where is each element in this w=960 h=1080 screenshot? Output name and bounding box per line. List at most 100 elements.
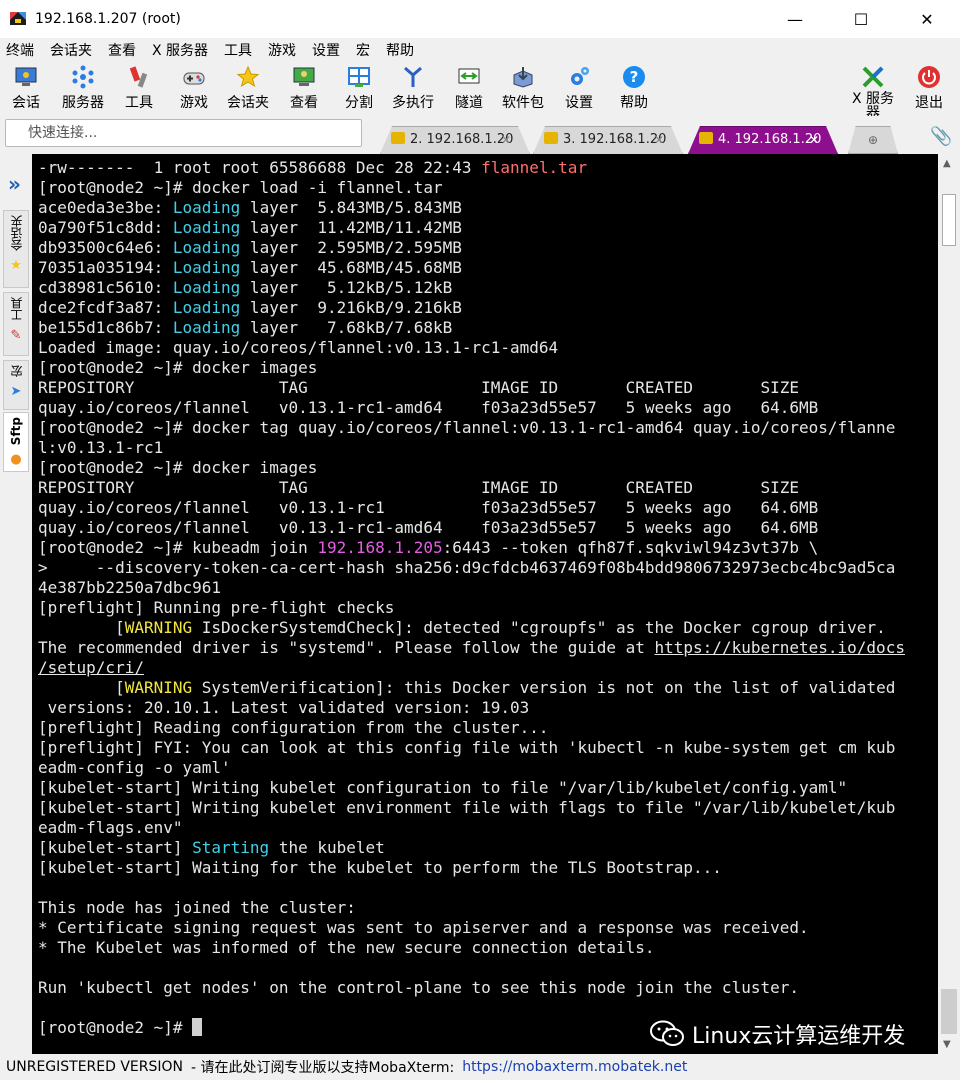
terminal-text-segment: layer 2.595MB/2.595MB: [240, 238, 462, 257]
split-icon: [346, 64, 372, 90]
help-button[interactable]: ? 帮助: [620, 64, 648, 112]
menu-help[interactable]: 帮助: [386, 40, 414, 60]
xserver-button[interactable]: X 服务器: [852, 64, 894, 120]
terminal-text-segment: Loading: [172, 318, 241, 337]
terminal-text-segment: 4e387bb2250a7dbc961: [38, 578, 222, 597]
terminal-text-segment: [preflight] FYI: You can look at this co…: [38, 738, 896, 757]
menu-xserver[interactable]: X 服务器: [152, 40, 208, 60]
terminal-text-segment: layer 9.216kB/9.216kB: [240, 298, 462, 317]
terminal-text-segment: layer 5.843MB/5.843MB: [240, 198, 462, 217]
terminal-line: [root@node2 ~]# docker load -i flannel.t…: [38, 178, 938, 198]
new-tab-button[interactable]: ⊕: [848, 126, 898, 154]
session-icon: [13, 64, 39, 90]
terminal-text-segment: quay.io/coreos/flannel v0.13.1-rc1-amd64…: [38, 398, 819, 417]
split-button[interactable]: 分割: [345, 64, 373, 112]
sidebar-tab-sftp[interactable]: Sftp ●: [3, 412, 29, 472]
title-bar: 192.168.1.207 (root) — ☐ ✕: [0, 0, 960, 38]
watermark-text: Linux云计算运维开发: [692, 1024, 906, 1049]
terminal-line: [root@node2 ~]# docker images: [38, 358, 938, 378]
window-title: 192.168.1.207 (root): [35, 11, 181, 27]
menu-terminal[interactable]: 终端: [6, 40, 34, 60]
gear-icon: [566, 64, 592, 90]
terminal-text-segment: Loading: [172, 258, 241, 277]
scroll-down-arrow-icon[interactable]: ▼: [943, 1039, 951, 1050]
terminal-text-segment: [root@node2 ~]# docker tag quay.io/coreo…: [38, 418, 896, 437]
terminal-output[interactable]: -rw------- 1 root root 65586688 Dec 28 2…: [32, 154, 938, 1054]
menu-tools[interactable]: 工具: [224, 40, 252, 60]
terminal-text-segment: eadm-config -o yaml': [38, 758, 231, 777]
tab-session-4[interactable]: 4. 192.168.1.20 ✕: [688, 126, 838, 154]
terminal-text-segment[interactable]: /setup/cri/: [38, 658, 144, 677]
minimize-button[interactable]: —: [762, 0, 828, 38]
sidebar-tab-macros[interactable]: 宏 ➤: [3, 360, 29, 410]
menu-sessions[interactable]: 会话夹: [50, 40, 92, 60]
terminal-text-segment[interactable]: https://kubernetes.io/docs: [655, 638, 905, 657]
quick-connect-input[interactable]: 快速连接...: [5, 119, 362, 147]
terminal-text-segment: The recommended driver is "systemd". Ple…: [38, 638, 655, 657]
close-button[interactable]: ✕: [894, 0, 960, 38]
terminal-text-segment: the kubelet: [269, 838, 385, 857]
terminal-text-segment: [kubelet-start] Writing kubelet configur…: [38, 778, 848, 797]
expand-sidebar-icon[interactable]: »: [8, 172, 21, 196]
terminal-line: [kubelet-start] Waiting for the kubelet …: [38, 858, 938, 878]
terminal-text-segment: -rw------- 1 root root 65586688 Dec 28 2…: [38, 158, 482, 177]
quick-connect-bar: 快速连接... 2. 192.168.1.20 ✕ 3. 192.168.1.2…: [0, 116, 960, 154]
scroll-track[interactable]: [941, 174, 957, 1034]
games-button[interactable]: 游戏: [180, 64, 208, 112]
terminal-text-segment: be155d1c86b7:: [38, 318, 173, 337]
tab-session-3[interactable]: 3. 192.168.1.20 ✕: [533, 126, 683, 154]
terminal-line: This node has joined the cluster:: [38, 898, 938, 918]
maximize-button[interactable]: ☐: [828, 0, 894, 38]
menu-settings[interactable]: 设置: [312, 40, 340, 60]
tools-button[interactable]: 工具: [125, 64, 153, 112]
help-icon: ?: [621, 64, 647, 90]
terminal-scrollbar[interactable]: ▲ ▼: [938, 154, 960, 1054]
terminal-text-segment: Starting: [192, 838, 270, 857]
terminal-line: 70351a035194: Loading layer 45.68MB/45.6…: [38, 258, 938, 278]
terminal-text-segment: [kubelet-start] Writing kubelet environm…: [38, 798, 896, 817]
terminal-text-segment: [root@node2 ~]# docker images: [38, 358, 318, 377]
terminal-line: quay.io/coreos/flannel v0.13.1-rc1-amd64…: [38, 518, 938, 538]
menu-view[interactable]: 查看: [108, 40, 136, 60]
mobaxterm-app-icon: [9, 10, 27, 28]
sftp-icon: ●: [10, 452, 22, 468]
terminal-text-segment: quay.io/coreos/flannel v0.13.1-rc1-amd64…: [38, 518, 819, 537]
terminal-text-segment: 70351a035194:: [38, 258, 173, 277]
terminal-text-segment: ace0eda3e3be:: [38, 198, 173, 217]
terminal-line: dce2fcdf3a87: Loading layer 9.216kB/9.21…: [38, 298, 938, 318]
sidebar-tab-sessions[interactable]: 会话夹 ★: [3, 210, 29, 288]
terminal-text-segment: IsDockerSystemdCheck]: detected "cgroupf…: [192, 618, 886, 637]
servers-button[interactable]: 服务器: [62, 64, 104, 112]
sidebar-tab-tools[interactable]: 工具 ✎: [3, 292, 29, 356]
exit-button[interactable]: 退出: [915, 64, 943, 112]
menu-games[interactable]: 游戏: [268, 40, 296, 60]
tunnel-icon: [456, 64, 482, 90]
scroll-thumb[interactable]: [941, 989, 957, 1034]
terminal-text-segment: versions: 20.10.1. Latest validated vers…: [38, 698, 530, 717]
terminal-line: 0a790f51c8dd: Loading layer 11.42MB/11.4…: [38, 218, 938, 238]
settings-button[interactable]: 设置: [565, 64, 593, 112]
paperclip-icon[interactable]: 📎: [930, 126, 952, 147]
tools-icon: ✎: [10, 328, 22, 343]
view-button[interactable]: 查看: [290, 64, 318, 112]
terminal-line: The recommended driver is "systemd". Ple…: [38, 638, 938, 658]
menu-macros[interactable]: 宏: [356, 40, 370, 60]
terminal-text-segment: layer 7.68kB/7.68kB: [240, 318, 453, 337]
close-tab-icon[interactable]: ✕: [654, 127, 664, 153]
mobaxterm-link[interactable]: https://mobaxterm.mobatek.net: [462, 1059, 687, 1075]
tunnel-button[interactable]: 隧道: [455, 64, 483, 112]
terminal-line: [WARNING SystemVerification]: this Docke…: [38, 678, 938, 698]
packages-button[interactable]: 软件包: [502, 64, 544, 112]
multiexec-button[interactable]: 多执行: [392, 64, 434, 112]
scroll-marker: [942, 194, 956, 246]
tools-icon: [126, 64, 152, 90]
terminal-text-segment: [: [38, 618, 125, 637]
scroll-up-arrow-icon[interactable]: ▲: [943, 158, 951, 169]
sessions-folder-button[interactable]: 会话夹: [227, 64, 269, 112]
close-tab-icon[interactable]: ✕: [809, 127, 819, 153]
close-tab-icon[interactable]: ✕: [501, 127, 511, 153]
tab-session-2[interactable]: 2. 192.168.1.20 ✕: [380, 126, 530, 154]
session-button[interactable]: 会话: [12, 64, 40, 112]
terminal-line: quay.io/coreos/flannel v0.13.1-rc1 f03a2…: [38, 498, 938, 518]
terminal-text-segment: [kubelet-start]: [38, 838, 193, 857]
